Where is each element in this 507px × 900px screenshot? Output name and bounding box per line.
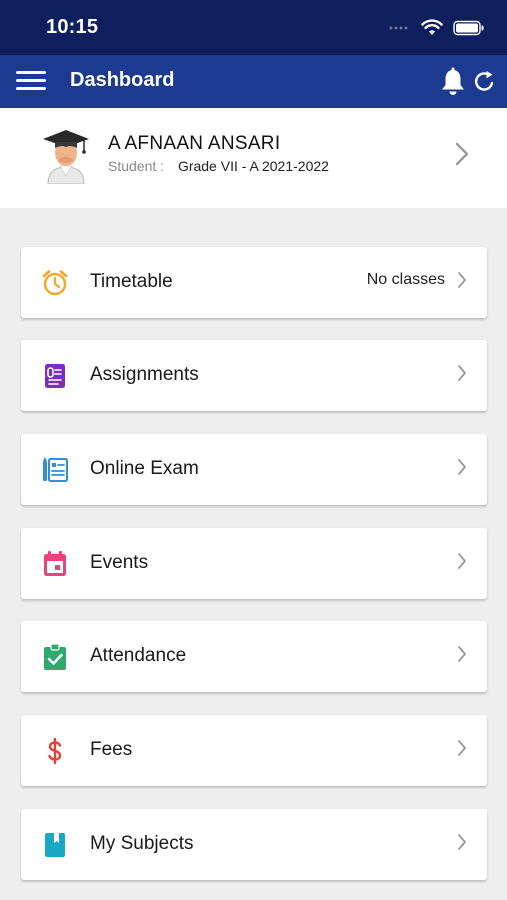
status-icons	[389, 17, 485, 39]
menu-item-fees[interactable]: Fees	[21, 715, 487, 786]
menu-item-label: Attendance	[90, 645, 187, 666]
app-bar: Dashboard	[0, 55, 507, 108]
chevron-right-icon	[458, 646, 466, 662]
menu-item-label: Fees	[90, 739, 133, 760]
chevron-right-icon	[458, 834, 466, 850]
hamburger-menu-button[interactable]	[16, 68, 46, 96]
chevron-right-icon	[458, 459, 466, 475]
menu-item-events[interactable]: Events	[21, 528, 487, 599]
menu-item-label: Online Exam	[90, 458, 199, 479]
book-icon	[45, 833, 65, 857]
menu-item-label: Events	[90, 552, 149, 573]
online-exam-icon	[43, 457, 68, 482]
student-role-label: Student :	[108, 158, 165, 174]
dollar-icon	[48, 737, 62, 765]
refresh-icon[interactable]	[473, 68, 497, 94]
menu-item-assignments[interactable]: Assignments	[21, 340, 487, 411]
status-bar: 10:15	[0, 0, 507, 55]
menu-item-label: Assignments	[90, 364, 199, 385]
chevron-right-icon	[458, 553, 466, 569]
chevron-right-icon	[455, 142, 469, 166]
menu-item-label: My Subjects	[90, 833, 194, 854]
assignment-icon	[45, 364, 65, 388]
clipboard-check-icon	[44, 643, 66, 670]
battery-icon	[453, 20, 484, 36]
notification-bell-icon[interactable]	[439, 67, 467, 97]
page-title: Dashboard	[70, 69, 175, 91]
menu-item-online-exam[interactable]: Online Exam	[21, 434, 487, 505]
menu-line	[16, 79, 46, 82]
menu-item-my-subjects[interactable]: My Subjects	[21, 809, 487, 880]
menu-line	[16, 71, 46, 74]
menu-item-attendance[interactable]: Attendance	[21, 621, 487, 692]
chevron-right-icon	[458, 365, 466, 381]
student-name: A AFNAAN ANSARI	[108, 133, 281, 154]
graduate-avatar	[43, 130, 89, 184]
status-time: 10:15	[46, 16, 99, 38]
student-profile-card[interactable]: A AFNAAN ANSARI Student : Grade VII - A …	[0, 108, 507, 208]
cellular-signal-icon	[389, 26, 408, 30]
menu-item-timetable[interactable]: Timetable No classes	[21, 247, 487, 318]
calendar-icon	[44, 551, 66, 576]
student-details: Student : Grade VII - A 2021-2022	[108, 158, 329, 174]
timetable-status: No classes	[366, 271, 445, 288]
chevron-right-icon	[458, 740, 466, 756]
student-grade: Grade VII - A 2021-2022	[177, 158, 329, 174]
wifi-icon	[421, 19, 443, 35]
alarm-clock-icon	[42, 270, 68, 296]
chevron-right-icon	[458, 272, 466, 288]
menu-line	[16, 87, 46, 90]
menu-item-label: Timetable	[90, 271, 173, 292]
